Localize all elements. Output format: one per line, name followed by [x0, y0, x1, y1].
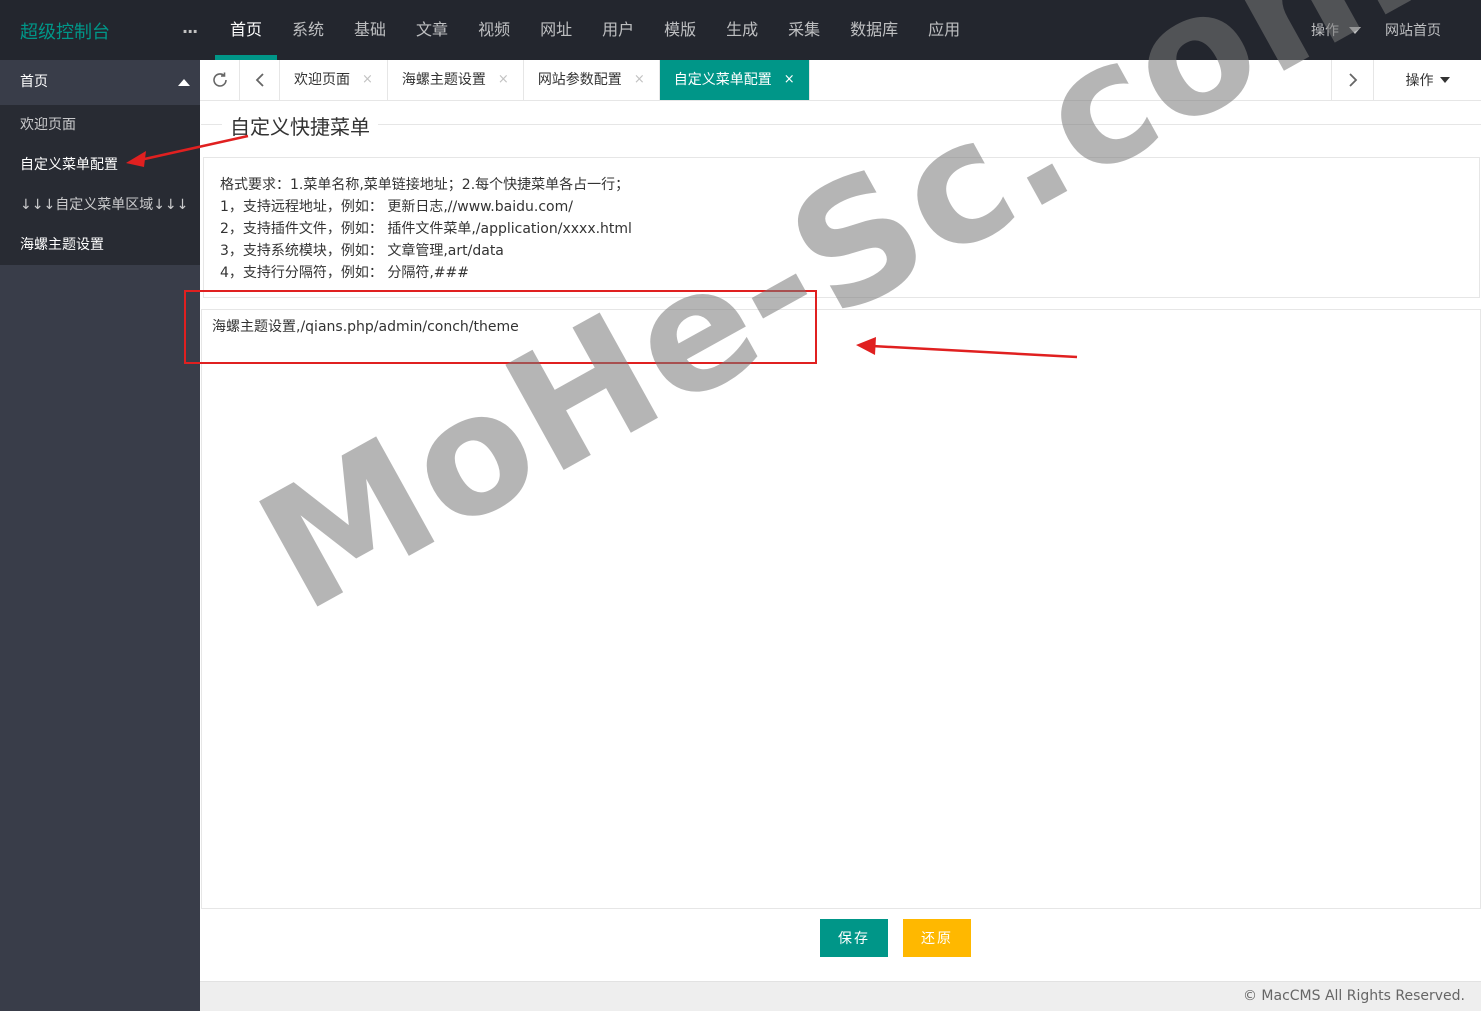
nav-item-website[interactable]: 网址 — [525, 0, 587, 60]
tab-conch-theme[interactable]: 海螺主题设置 × — [388, 60, 524, 100]
app-logo-title[interactable]: 超级控制台 — [20, 18, 110, 44]
nav-item-article[interactable]: 文章 — [401, 0, 463, 60]
tab-operations-dropdown[interactable]: 操作 — [1373, 60, 1481, 100]
tab-scroll-left-button[interactable] — [240, 60, 280, 100]
tabs: 欢迎页面 × 海螺主题设置 × 网站参数配置 × 自定义菜单配置 × — [280, 60, 810, 100]
chevron-right-icon — [1348, 73, 1357, 87]
caret-down-icon — [1439, 77, 1450, 83]
sidebar: 首页 欢迎页面 自定义菜单配置 ↓↓↓自定义菜单区域↓↓↓ 海螺主题设置 — [0, 60, 200, 1011]
sidebar-item-custom-menu-area[interactable]: ↓↓↓自定义菜单区域↓↓↓ — [0, 185, 200, 225]
tab-bar: 欢迎页面 × 海螺主题设置 × 网站参数配置 × 自定义菜单配置 × 操作 — [200, 60, 1481, 101]
tab-label: 自定义菜单配置 — [673, 72, 772, 88]
site-home-link[interactable]: 网站首页 — [1385, 20, 1481, 40]
tip-line: 1，支持远程地址，例如： 更新日志,//www.baidu.com/ — [220, 199, 573, 215]
tab-label: 网站参数配置 — [537, 72, 622, 88]
sidebar-item-conch-theme[interactable]: 海螺主题设置 — [0, 225, 200, 265]
top-navbar: 超级控制台 ... 首页 系统 基础 文章 视频 网址 用户 模版 生成 采集 … — [0, 0, 1481, 60]
sidebar-group-home[interactable]: 首页 — [0, 60, 200, 105]
top-right-menu: 操作 网站首页 — [1311, 0, 1481, 60]
nav-item-system[interactable]: 系统 — [277, 0, 339, 60]
nav-item-user[interactable]: 用户 — [587, 0, 649, 60]
close-icon[interactable]: × — [784, 60, 795, 100]
sidebar-item-welcome[interactable]: 欢迎页面 — [0, 105, 200, 145]
tab-welcome[interactable]: 欢迎页面 × — [280, 60, 388, 100]
nav-item-template[interactable]: 模版 — [649, 0, 711, 60]
tab-label: 欢迎页面 — [294, 72, 350, 88]
close-icon[interactable]: × — [634, 60, 645, 100]
nav-item-generate[interactable]: 生成 — [711, 0, 773, 60]
nav-item-home[interactable]: 首页 — [215, 0, 278, 60]
tab-label: 海螺主题设置 — [401, 72, 486, 88]
tab-site-params[interactable]: 网站参数配置 × — [524, 60, 660, 100]
tip-line: 3，支持系统模块，例如： 文章管理,art/data — [220, 243, 504, 259]
nav-item-collect[interactable]: 采集 — [773, 0, 835, 60]
save-button[interactable]: 保存 — [820, 919, 888, 957]
nav-item-apps[interactable]: 应用 — [913, 0, 975, 60]
nav-item-basic[interactable]: 基础 — [339, 0, 401, 60]
nav-item-video[interactable]: 视频 — [463, 0, 525, 60]
chevron-left-icon — [255, 73, 264, 87]
custom-menu-textarea[interactable]: 海螺主题设置,/qians.php/admin/conch/theme — [201, 309, 1481, 909]
close-icon[interactable]: × — [362, 60, 373, 100]
sidebar-group-label: 首页 — [20, 74, 48, 90]
reset-button[interactable]: 还原 — [903, 919, 971, 957]
fieldset-divider — [201, 124, 1481, 125]
fieldset-legend: 自定义快捷菜单 — [222, 111, 378, 140]
operations-label: 操作 — [1311, 23, 1339, 39]
tab-operations-label: 操作 — [1405, 73, 1434, 89]
caret-up-icon — [178, 79, 190, 86]
tip-line: 格式要求：1.菜单名称,菜单链接地址；2.每个快捷菜单各占一行； — [220, 177, 630, 193]
copyright-text: © MacCMS All Rights Reserved. — [1242, 988, 1465, 1004]
operations-dropdown[interactable]: 操作 — [1311, 20, 1385, 40]
close-icon[interactable]: × — [498, 60, 509, 100]
caret-down-icon — [1349, 26, 1361, 34]
tip-line: 4，支持行分隔符，例如： 分隔符,### — [220, 265, 469, 281]
footer: © MacCMS All Rights Reserved. — [200, 981, 1481, 1011]
tab-scroll-right-button[interactable] — [1331, 60, 1373, 100]
tip-line: 2，支持插件文件，例如： 插件文件菜单,/application/xxxx.ht… — [220, 221, 632, 237]
refresh-icon — [212, 72, 227, 87]
format-tips: 格式要求：1.菜单名称,菜单链接地址；2.每个快捷菜单各占一行； 1，支持远程地… — [203, 157, 1480, 298]
refresh-button[interactable] — [200, 60, 240, 100]
sidebar-item-custom-menu-config[interactable]: 自定义菜单配置 — [0, 145, 200, 185]
more-menu-button[interactable]: ... — [182, 18, 198, 37]
tab-custom-menu-config[interactable]: 自定义菜单配置 × — [659, 60, 810, 100]
sidebar-list: 欢迎页面 自定义菜单配置 ↓↓↓自定义菜单区域↓↓↓ 海螺主题设置 — [0, 105, 200, 265]
nav-item-database[interactable]: 数据库 — [835, 0, 913, 60]
main-nav: 首页 系统 基础 文章 视频 网址 用户 模版 生成 采集 数据库 应用 — [215, 0, 975, 60]
